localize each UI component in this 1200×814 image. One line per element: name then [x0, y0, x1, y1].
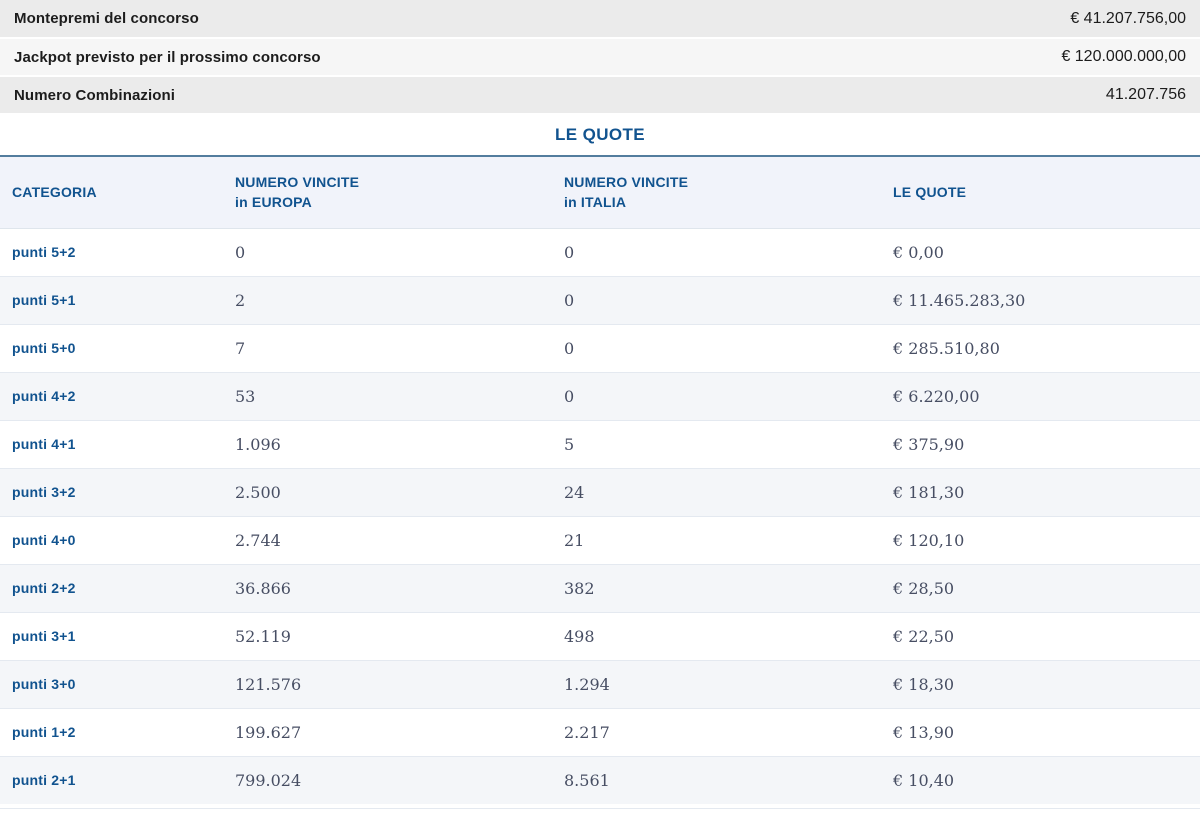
- table-row: punti 2+2 36.866 382 € 28,50: [0, 563, 1200, 612]
- table-row: punti 5+1 2 0 € 11.465.283,30: [0, 275, 1200, 324]
- summary-value: 41.207.756: [1105, 86, 1186, 103]
- quote-cell: € 13,90: [893, 707, 1200, 756]
- summary-value: € 41.207.756,00: [1070, 9, 1186, 27]
- header-line: in EUROPA: [235, 194, 312, 211]
- category-cell: punti 3+0: [0, 659, 235, 708]
- quote-cell: € 28,50: [893, 563, 1200, 612]
- category-cell: punti 2+2: [0, 563, 235, 612]
- quote-cell: € 181,30: [893, 467, 1200, 516]
- summary-label: Montepremi del concorso: [14, 10, 199, 27]
- wins-europe-cell: 199.627: [235, 707, 564, 756]
- table-row: punti 2+1 799.024 8.561 € 10,40: [0, 755, 1200, 804]
- table-footer-divider: [0, 808, 1200, 809]
- category-cell: punti 5+2: [12, 244, 76, 260]
- wins-europe-cell: 121.576: [235, 659, 564, 708]
- table-row: punti 4+1 1.096 5 € 375,90: [0, 419, 1200, 468]
- wins-europe-cell: 1.096: [235, 419, 564, 468]
- summary-row-jackpot: Jackpot previsto per il prossimo concors…: [0, 39, 1200, 75]
- quote-cell: € 6.220,00: [893, 371, 1200, 420]
- header-le-quote: LE QUOTE: [893, 157, 1200, 229]
- summary-section: Montepremi del concorso € 41.207.756,00 …: [0, 0, 1200, 113]
- category-cell: punti 1+2: [0, 707, 235, 756]
- section-title: LE QUOTE: [554, 125, 646, 144]
- wins-italy-cell: 5: [564, 419, 893, 468]
- category-cell: punti 2+1: [0, 755, 235, 804]
- wins-italy-cell: 8.561: [564, 755, 893, 804]
- summary-row-combinazioni: Numero Combinazioni 41.207.756: [0, 77, 1200, 113]
- wins-europe-cell: 2: [235, 275, 564, 324]
- category-cell: punti 4+2: [0, 371, 235, 420]
- wins-italy-cell: 0: [564, 371, 893, 420]
- table-row: punti 5+2 0 0 € 0,00: [0, 228, 1200, 276]
- wins-italy-cell: 498: [564, 611, 893, 660]
- quote-cell: € 285.510,80: [893, 323, 1200, 372]
- wins-europe-cell: 7: [235, 323, 564, 372]
- wins-italy-cell: 0: [564, 323, 893, 372]
- wins-europe-cell: 52.119: [235, 611, 564, 660]
- wins-italy-cell: 382: [564, 563, 893, 612]
- header-vincite-italia: NUMERO VINCITE in ITALIA: [564, 157, 893, 229]
- wins-europe-cell: 2.744: [235, 515, 564, 564]
- wins-italy-cell: 21: [564, 515, 893, 564]
- quote-cell: € 11.465.283,30: [893, 275, 1200, 324]
- table-row: punti 3+1 52.119 498 € 22,50: [0, 611, 1200, 660]
- wins-europe-cell: 0: [235, 242, 246, 262]
- header-line: NUMERO VINCITE: [564, 173, 689, 190]
- header-line: CATEGORIA: [12, 184, 97, 201]
- header-line: NUMERO VINCITE: [235, 173, 360, 190]
- summary-label: Numero Combinazioni: [14, 86, 176, 104]
- lottery-results-panel: Montepremi del concorso € 41.207.756,00 …: [0, 0, 1200, 809]
- quote-cell: € 0,00: [893, 242, 944, 262]
- table-row: punti 4+2 53 0 € 6.220,00: [0, 371, 1200, 420]
- quotes-table: CATEGORIA NUMERO VINCITE in EUROPA NUMER…: [0, 157, 1200, 804]
- wins-europe-cell: 799.024: [235, 755, 564, 804]
- summary-value: € 120.000.000,00: [1061, 48, 1186, 65]
- wins-europe-cell: 36.866: [235, 563, 564, 612]
- wins-europe-cell: 53: [235, 371, 564, 420]
- summary-label: Jackpot previsto per il prossimo concors…: [14, 48, 321, 66]
- table-row: punti 1+2 199.627 2.217 € 13,90: [0, 707, 1200, 756]
- wins-italy-cell: 0: [564, 242, 575, 262]
- table-row: punti 5+0 7 0 € 285.510,80: [0, 323, 1200, 372]
- category-cell: punti 3+1: [0, 611, 235, 660]
- table-row: punti 4+0 2.744 21 € 120,10: [0, 515, 1200, 564]
- quote-cell: € 375,90: [893, 419, 1200, 468]
- category-cell: punti 5+0: [0, 323, 235, 372]
- category-cell: punti 4+1: [0, 419, 235, 468]
- header-line: LE QUOTE: [893, 184, 967, 201]
- quote-cell: € 22,50: [893, 611, 1200, 660]
- category-cell: punti 5+1: [0, 275, 235, 324]
- quotes-table-wrap: CATEGORIA NUMERO VINCITE in EUROPA NUMER…: [0, 155, 1200, 809]
- table-row: punti 3+2 2.500 24 € 181,30: [0, 467, 1200, 516]
- quote-cell: € 120,10: [893, 515, 1200, 564]
- header-vincite-europa: NUMERO VINCITE in EUROPA: [235, 157, 564, 229]
- wins-italy-cell: 24: [564, 467, 893, 516]
- wins-europe-cell: 2.500: [235, 467, 564, 516]
- quote-cell: € 10,40: [893, 755, 1200, 804]
- table-header-row: CATEGORIA NUMERO VINCITE in EUROPA NUMER…: [0, 157, 1200, 229]
- header-line: in ITALIA: [564, 194, 627, 211]
- wins-italy-cell: 1.294: [564, 659, 893, 708]
- header-categoria: CATEGORIA: [0, 157, 235, 229]
- summary-row-montepremi: Montepremi del concorso € 41.207.756,00: [0, 0, 1200, 37]
- quote-cell: € 18,30: [893, 659, 1200, 708]
- table-row: punti 3+0 121.576 1.294 € 18,30: [0, 659, 1200, 708]
- category-cell: punti 4+0: [0, 515, 235, 564]
- category-cell: punti 3+2: [0, 467, 235, 516]
- wins-italy-cell: 2.217: [564, 707, 893, 756]
- wins-italy-cell: 0: [564, 275, 893, 324]
